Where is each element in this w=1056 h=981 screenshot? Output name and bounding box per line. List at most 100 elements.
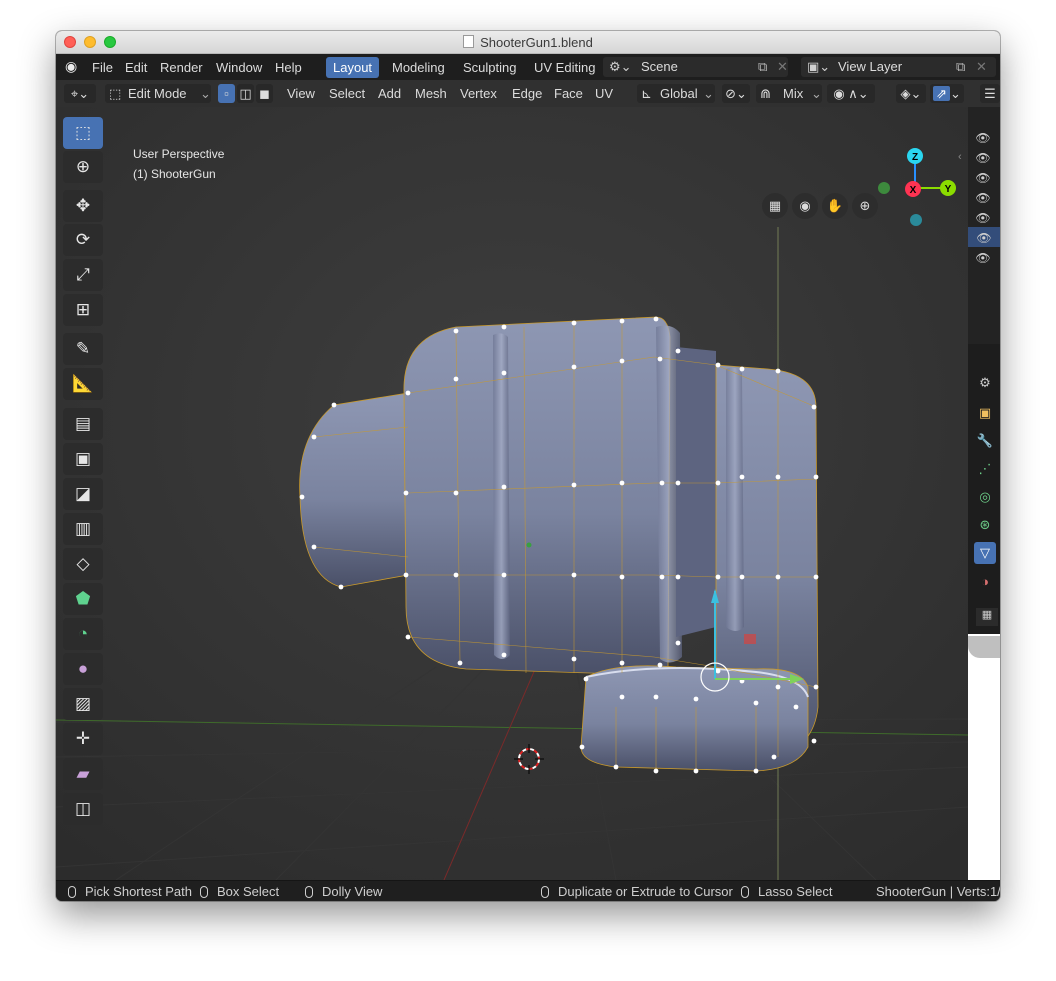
move-tool-icon[interactable]: ✥ <box>63 190 103 222</box>
gizmo-z-label: Z <box>912 152 918 163</box>
measure-tool-icon[interactable]: 📐 <box>63 368 103 400</box>
workspace-tab-sculpting[interactable]: Sculpting <box>456 57 523 78</box>
toggle-xray-icon[interactable]: ▦ <box>762 193 788 219</box>
menu-edit[interactable]: Edit <box>125 60 147 75</box>
header-menu-face[interactable]: Face <box>554 86 583 101</box>
visibility-eye-icon[interactable]: 👁 <box>974 251 992 265</box>
visibility-eye-icon[interactable]: 👁 <box>968 227 1000 247</box>
poly-build-tool-icon[interactable]: ⬟ <box>63 583 103 615</box>
menu-file[interactable]: File <box>92 60 113 75</box>
mesh-data-properties-icon[interactable]: ▽ <box>974 542 996 564</box>
visibility-eye-icon[interactable]: 👁 <box>974 131 992 145</box>
tool-settings-icon[interactable]: ⚙ <box>974 372 996 394</box>
rip-region-tool-icon[interactable]: ◫ <box>63 793 103 825</box>
gizmo-y-label: Y <box>945 184 952 195</box>
sidebar-toggle-icon[interactable]: ‹ <box>958 151 962 163</box>
mouse-icon <box>741 886 749 898</box>
menu-render[interactable]: Render <box>160 60 203 75</box>
particles-properties-icon[interactable]: ⋰ <box>974 458 996 480</box>
material-properties-icon[interactable]: ◑ <box>974 570 996 592</box>
transform-orientation-selector[interactable]: ⊾ Global ⌄ <box>637 84 715 103</box>
mode-label: Edit Mode <box>128 86 187 101</box>
header-menu-vertex[interactable]: Vertex <box>460 86 497 101</box>
visibility-icon[interactable]: ◈⌄ <box>896 84 926 103</box>
loop-cut-tool-icon[interactable]: ▥ <box>63 513 103 545</box>
blender-logo-icon[interactable]: ◉ <box>65 58 77 75</box>
object-properties-icon[interactable]: ▣ <box>974 402 996 424</box>
header-menu-edge[interactable]: Edge <box>512 86 542 101</box>
viewport-header: ⌖⌄ ⬚ Edit Mode ⌄ ▫ ◫ ◼ View Select Add M… <box>56 80 1000 107</box>
duplicate-scene-icon[interactable]: ⧉ <box>758 57 767 77</box>
view-layer-icon: ▣⌄ <box>807 59 831 74</box>
status-duplicate-extrude: Duplicate or Extrude to Cursor <box>541 884 733 899</box>
remove-scene-icon[interactable]: ✕ <box>777 57 788 77</box>
scale-tool-icon[interactable]: ⤢ <box>63 259 103 291</box>
knife-tool-icon[interactable]: ◇ <box>63 548 103 580</box>
chevron-down-icon: ⌄ <box>200 86 211 101</box>
shear-tool-icon[interactable]: ▰ <box>63 758 103 790</box>
zoom-view-icon[interactable]: ⊕ <box>852 193 878 219</box>
physics-properties-icon[interactable]: ◎ <box>974 486 996 508</box>
header-menu-uv[interactable]: UV <box>595 86 613 101</box>
edge-slide-tool-icon[interactable]: ▨ <box>63 688 103 720</box>
snapping-selector[interactable]: ⋒ Mix ⌄ <box>756 84 822 103</box>
inset-faces-tool-icon[interactable]: ▣ <box>63 443 103 475</box>
status-bar: Pick Shortest Path Box Select Dolly View… <box>56 880 1000 901</box>
menu-window[interactable]: Window <box>216 60 262 75</box>
visibility-eye-icon[interactable]: 👁 <box>974 171 992 185</box>
pan-view-icon[interactable]: ✋ <box>822 193 848 219</box>
constraints-properties-icon[interactable]: ⊛ <box>974 514 996 536</box>
spin-tool-icon[interactable]: ◔ <box>63 618 103 650</box>
visibility-eye-icon[interactable]: 👁 <box>974 191 992 205</box>
outliner-editor-icon[interactable]: ☰ <box>980 84 1000 103</box>
annotate-tool-icon[interactable]: ✎ <box>63 333 103 365</box>
pivot-point-icon[interactable]: ⊘⌄ <box>722 84 750 103</box>
smooth-tool-icon[interactable]: ● <box>63 653 103 685</box>
edge-select-button[interactable]: ◫ <box>237 84 254 103</box>
3d-viewport[interactable]: Z Y X User Perspective (1) ShooterGun ▦ … <box>56 107 968 880</box>
material-preview-panel <box>968 634 1000 880</box>
duplicate-view-layer-icon[interactable]: ⧉ <box>956 57 965 77</box>
header-menu-select[interactable]: Select <box>329 86 365 101</box>
orientation-icon: ⊾ <box>641 86 652 101</box>
magnet-icon: ⋒ <box>760 86 771 101</box>
visibility-eye-icon[interactable]: 👁 <box>974 211 992 225</box>
orientation-label: Global <box>660 86 698 101</box>
select-box-tool-icon[interactable]: ⬚ <box>63 117 103 149</box>
workspace-tab-uv-editing[interactable]: UV Editing <box>527 57 602 78</box>
header-menu-view[interactable]: View <box>287 86 315 101</box>
view-layer-selector[interactable]: ▣⌄ View Layer ⧉ ✕ <box>801 57 996 77</box>
preview-sphere <box>968 636 1000 658</box>
extrude-region-tool-icon[interactable]: ▤ <box>63 408 103 440</box>
rotate-tool-icon[interactable]: ⟳ <box>63 224 103 256</box>
top-bar: ◉ File Edit Render Window Help Layout Mo… <box>56 54 1000 80</box>
transform-tool-icon[interactable]: ⊞ <box>63 294 103 326</box>
visibility-eye-icon[interactable]: 👁 <box>974 151 992 165</box>
remove-view-layer-icon[interactable]: ✕ <box>976 57 987 77</box>
image-editor-icon[interactable]: ▦ <box>976 608 998 626</box>
status-lasso-select: Lasso Select <box>741 884 832 899</box>
vertex-select-button[interactable]: ▫ <box>218 84 235 103</box>
mode-selector[interactable]: ⬚ Edit Mode ⌄ <box>105 84 211 103</box>
gizmo-toggle-icon[interactable]: ⇗ ⌄ <box>930 84 964 103</box>
workspace-tab-modeling[interactable]: Modeling <box>385 57 452 78</box>
header-menu-add[interactable]: Add <box>378 86 401 101</box>
header-menu-mesh[interactable]: Mesh <box>415 86 447 101</box>
bevel-tool-icon[interactable]: ◪ <box>63 478 103 510</box>
scene-selector[interactable]: ⚙⌄ Scene ⧉ ✕ <box>603 57 788 77</box>
modifier-properties-icon[interactable]: 🔧 <box>974 430 996 452</box>
shrink-fatten-tool-icon[interactable]: ✛ <box>63 723 103 755</box>
properties-tabs: ⚙ ▣ 🔧 ⋰ ◎ ⊛ ▽ ◑ ▦ <box>968 344 1000 880</box>
proportional-editing-icon[interactable]: ◉ ∧⌄ <box>827 84 875 103</box>
cursor-tool-icon[interactable]: ⊕ <box>63 151 103 183</box>
mouse-icon <box>68 886 76 898</box>
editor-type-icon[interactable]: ⌖⌄ <box>64 84 96 103</box>
status-dolly-view: Dolly View <box>305 884 382 899</box>
title-bar: ShooterGun1.blend <box>56 31 1000 54</box>
workspace-tab-layout[interactable]: Layout <box>326 57 380 78</box>
camera-view-icon[interactable]: ◉ <box>792 193 818 219</box>
menu-help[interactable]: Help <box>275 60 302 75</box>
scene-name: Scene <box>641 59 678 74</box>
face-select-button[interactable]: ◼ <box>256 84 273 103</box>
object-label: (1) ShooterGun <box>133 167 216 181</box>
